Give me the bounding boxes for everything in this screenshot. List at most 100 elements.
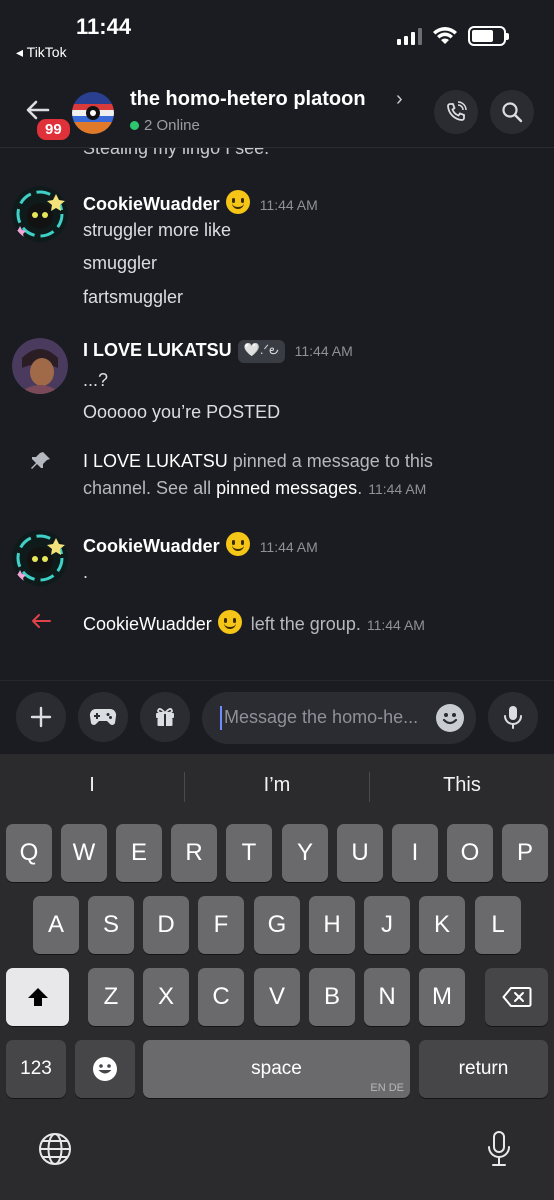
key-i[interactable]: I bbox=[392, 824, 438, 882]
pin-actor[interactable]: I LOVE LUKATSU bbox=[83, 451, 228, 471]
key-v[interactable]: V bbox=[254, 968, 300, 1026]
message-text: struggler more like bbox=[83, 220, 232, 240]
emoji-picker-icon[interactable] bbox=[436, 704, 464, 732]
gift-button[interactable] bbox=[140, 692, 190, 742]
key-u[interactable]: U bbox=[337, 824, 383, 882]
voice-message-button[interactable] bbox=[488, 692, 538, 742]
shift-arrow-icon bbox=[27, 988, 48, 1006]
add-attachment-button[interactable] bbox=[16, 692, 66, 742]
suggestion-divider bbox=[369, 772, 370, 802]
search-icon bbox=[502, 102, 523, 123]
message-text: . bbox=[83, 562, 89, 582]
key-h[interactable]: H bbox=[309, 896, 355, 954]
key-o[interactable]: O bbox=[447, 824, 493, 882]
emoji-key[interactable] bbox=[75, 1040, 135, 1098]
key-t[interactable]: T bbox=[226, 824, 272, 882]
on-screen-keyboard: I I’m This Q W E R T Y U I O P A S D F G… bbox=[0, 754, 554, 1200]
pin-system-message: I LOVE LUKATSU pinned a message to this … bbox=[83, 451, 433, 498]
plus-icon bbox=[30, 706, 52, 728]
search-button[interactable] bbox=[490, 90, 534, 134]
battery-icon bbox=[468, 26, 509, 46]
text-cursor bbox=[220, 706, 222, 730]
online-count: 2 Online bbox=[144, 117, 200, 134]
message-timestamp: 11:44 AM bbox=[259, 539, 318, 555]
chevron-right-icon[interactable]: › bbox=[396, 88, 403, 111]
leave-system-message: CookieWuadder left the group. 11:44 AM bbox=[83, 610, 425, 639]
message-timestamp: 11:44 AM bbox=[368, 481, 427, 497]
slightly-smiling-emoji-icon bbox=[225, 532, 250, 556]
gamepad-icon bbox=[89, 708, 117, 725]
suggestion-1[interactable]: I bbox=[2, 774, 182, 797]
backspace-key[interactable] bbox=[485, 968, 548, 1026]
gift-icon bbox=[156, 708, 174, 726]
key-p[interactable]: P bbox=[502, 824, 548, 882]
message-list[interactable]: Stealing my lingo I see. CookieWuadder 11… bbox=[0, 148, 554, 678]
back-to-app-link[interactable]: ◂ TikTok bbox=[16, 44, 67, 61]
shift-key[interactable] bbox=[6, 968, 69, 1026]
signal-icon bbox=[397, 27, 422, 45]
key-x[interactable]: X bbox=[143, 968, 189, 1026]
dictation-microphone-icon[interactable] bbox=[486, 1130, 512, 1168]
suggestion-2[interactable]: I’m bbox=[187, 774, 367, 797]
backspace-icon bbox=[502, 987, 531, 1007]
key-d[interactable]: D bbox=[143, 896, 189, 954]
key-g[interactable]: G bbox=[254, 896, 300, 954]
return-key[interactable]: return bbox=[419, 1040, 548, 1098]
globe-icon[interactable] bbox=[38, 1132, 72, 1166]
leave-arrow-icon bbox=[32, 614, 51, 628]
avatar[interactable] bbox=[12, 338, 68, 394]
leave-actor[interactable]: CookieWuadder bbox=[83, 614, 212, 634]
message-author[interactable]: I LOVE LUKATSU 🤍.ᐟ౿ 11:44 AM bbox=[83, 340, 353, 363]
group-avatar[interactable] bbox=[72, 92, 114, 134]
key-y[interactable]: Y bbox=[282, 824, 328, 882]
wifi-icon bbox=[433, 27, 457, 44]
slightly-smiling-emoji-icon bbox=[225, 190, 250, 214]
key-f[interactable]: F bbox=[198, 896, 244, 954]
pinned-messages-link[interactable]: pinned messages bbox=[216, 478, 357, 498]
key-q[interactable]: Q bbox=[6, 824, 52, 882]
key-r[interactable]: R bbox=[171, 824, 217, 882]
key-c[interactable]: C bbox=[198, 968, 244, 1026]
message-composer: Message the homo-he... bbox=[0, 680, 554, 754]
call-button[interactable] bbox=[434, 90, 478, 134]
online-status-dot bbox=[130, 121, 139, 130]
user-tag: 🤍.ᐟ౿ bbox=[237, 340, 285, 363]
chat-header: 99 the homo-hetero platoon › 2 Online bbox=[0, 76, 554, 148]
space-key[interactable]: space EN DE bbox=[143, 1040, 410, 1098]
group-title[interactable]: the homo-hetero platoon bbox=[130, 88, 366, 111]
key-s[interactable]: S bbox=[88, 896, 134, 954]
key-j[interactable]: J bbox=[364, 896, 410, 954]
message-text: Oooooo you’re POSTED bbox=[83, 402, 281, 422]
key-n[interactable]: N bbox=[364, 968, 410, 1026]
language-indicator: EN DE bbox=[370, 1082, 404, 1094]
message-timestamp: 11:44 AM bbox=[366, 617, 425, 633]
avatar[interactable] bbox=[12, 186, 68, 242]
message-text: fartsmuggler bbox=[83, 287, 184, 307]
message-input-placeholder: Message the homo-he... bbox=[224, 707, 419, 727]
suggestion-3[interactable]: This bbox=[372, 774, 552, 797]
key-k[interactable]: K bbox=[419, 896, 465, 954]
microphone-icon bbox=[504, 706, 522, 729]
status-time: 11:44 bbox=[76, 14, 132, 39]
message-text: ...? bbox=[83, 370, 109, 390]
unread-badge: 99 bbox=[34, 116, 73, 143]
pin-icon bbox=[31, 452, 50, 469]
key-m[interactable]: M bbox=[419, 968, 465, 1026]
message-text-partial: Stealing my lingo I see. bbox=[83, 148, 270, 158]
slightly-smiling-emoji-icon bbox=[217, 610, 242, 634]
key-b[interactable]: B bbox=[309, 968, 355, 1026]
key-l[interactable]: L bbox=[475, 896, 521, 954]
key-e[interactable]: E bbox=[116, 824, 162, 882]
message-author[interactable]: CookieWuadder 11:44 AM bbox=[83, 190, 318, 215]
numbers-key[interactable]: 123 bbox=[6, 1040, 66, 1098]
avatar[interactable] bbox=[12, 530, 68, 586]
suggestion-divider bbox=[184, 772, 185, 802]
key-a[interactable]: A bbox=[33, 896, 79, 954]
message-timestamp: 11:44 AM bbox=[294, 343, 353, 359]
message-timestamp: 11:44 AM bbox=[259, 197, 318, 213]
message-input[interactable]: Message the homo-he... bbox=[202, 692, 476, 744]
key-w[interactable]: W bbox=[61, 824, 107, 882]
activities-button[interactable] bbox=[78, 692, 128, 742]
message-author[interactable]: CookieWuadder 11:44 AM bbox=[83, 532, 318, 557]
key-z[interactable]: Z bbox=[88, 968, 134, 1026]
